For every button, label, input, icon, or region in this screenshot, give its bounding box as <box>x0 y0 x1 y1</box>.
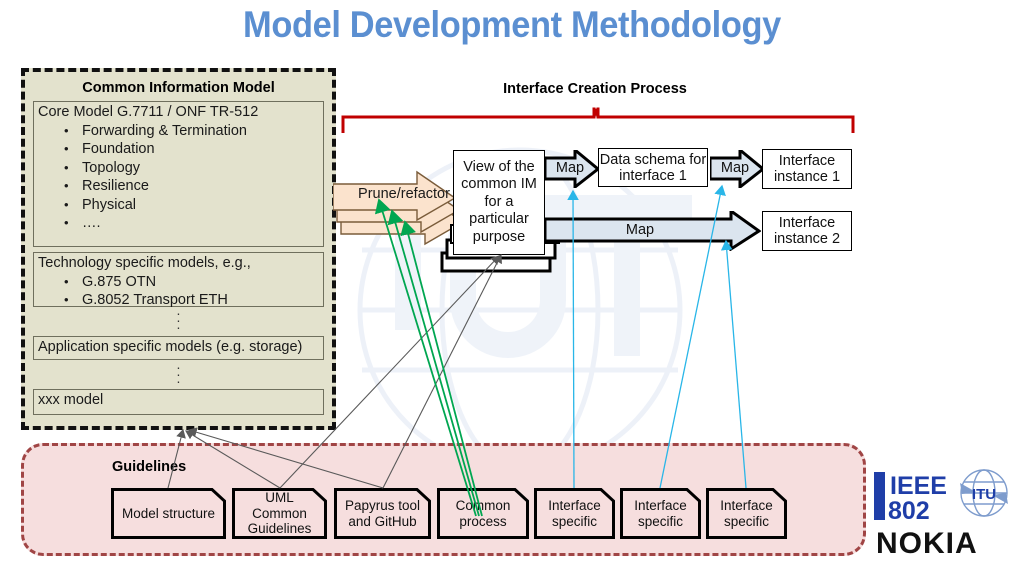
view-of-common-im-box[interactable]: View of the common IM for a particular p… <box>453 150 545 255</box>
cim-core-bullet-list: Forwarding & Termination Foundation Topo… <box>34 122 323 233</box>
prune-refactor-label: Prune/refactor <box>358 186 450 202</box>
map-arrow-3-label: Map <box>625 222 655 238</box>
guideline-note-model-structure[interactable]: Model structure <box>111 488 226 539</box>
cim-tech-bullet-list: G.875 OTN G.8052 Transport ETH <box>34 273 323 310</box>
interface-creation-process-heading: Interface Creation Process <box>503 81 687 97</box>
ieee-logo-text: IEEE <box>890 472 947 500</box>
guideline-note-label: Interface specific <box>548 498 601 529</box>
cim-tech-heading: Technology specific models, e.g., <box>38 255 251 271</box>
nokia-logo: NOKIA <box>876 527 978 560</box>
slide-canvas: Model Development Methodology Common Inf… <box>0 0 1024 576</box>
vertical-ellipsis-1: · · · <box>176 305 181 335</box>
cim-core-heading: Core Model G.7711 / ONF TR-512 <box>38 104 259 120</box>
cim-heading: Common Information Model <box>82 80 275 96</box>
page-title: Model Development Methodology <box>243 4 781 45</box>
cim-xxx-label: xxx model <box>38 392 104 408</box>
list-item: Resilience <box>34 177 323 196</box>
guideline-note-common-process[interactable]: Common process <box>437 488 529 539</box>
cim-application-label: Application specific models (e.g. storag… <box>38 339 303 355</box>
guideline-note-papyrus-tool-and-github[interactable]: Papyrus tool and GitHub <box>334 488 431 539</box>
guideline-note-label: Common process <box>455 498 511 529</box>
guideline-note-label: Model structure <box>121 505 216 521</box>
guideline-note-label: Interface specific <box>720 498 773 529</box>
guideline-note-uml-common-guidelines[interactable]: UML Common Guidelines <box>232 488 327 539</box>
guideline-note-label: UML Common Guidelines <box>247 490 312 537</box>
guideline-note-label: Interface specific <box>634 498 687 529</box>
data-schema-box[interactable]: Data schema for interface 1 <box>598 148 708 187</box>
guideline-note-interface-specific-1[interactable]: Interface specific <box>534 488 615 539</box>
list-item: Physical <box>34 196 323 215</box>
itu-logo-text: ITU <box>972 486 996 503</box>
itu-logo: ITU <box>960 469 1008 517</box>
map-arrow-2-label: Map <box>720 160 750 176</box>
process-scope-bracket <box>341 107 855 133</box>
cim-technology-specific-box[interactable]: Technology specific models, e.g., G.875 … <box>33 252 324 310</box>
guideline-note-interface-specific-2[interactable]: Interface specific <box>620 488 701 539</box>
vertical-ellipsis-2: · · · <box>176 359 181 389</box>
list-item: Topology <box>34 159 323 178</box>
list-item: Forwarding & Termination <box>34 122 323 141</box>
nokia-logo-text: NOKIA <box>876 527 978 560</box>
logo-group: IEEE 802 ITU NOKIA <box>872 468 1020 568</box>
ieee-802-logo: IEEE 802 <box>874 472 947 522</box>
cim-xxx-model-box[interactable]: xxx model <box>33 389 324 415</box>
cim-core-model-box[interactable]: Core Model G.7711 / ONF TR-512 Forwardin… <box>33 101 324 247</box>
interface-instance-1-box[interactable]: Interface instance 1 <box>762 149 852 189</box>
guidelines-heading: Guidelines <box>112 459 187 475</box>
guideline-note-interface-specific-3[interactable]: Interface specific <box>706 488 787 539</box>
list-item: …. <box>34 214 323 233</box>
list-item: Foundation <box>34 140 323 159</box>
list-item: G.875 OTN <box>34 273 323 292</box>
interface-instance-2-box[interactable]: Interface instance 2 <box>762 211 852 251</box>
ieee-802-number: 802 <box>888 497 930 522</box>
guideline-note-label: Papyrus tool and GitHub <box>344 498 421 529</box>
cim-application-specific-box[interactable]: Application specific models (e.g. storag… <box>33 336 324 360</box>
map-arrow-1-label: Map <box>555 160 585 176</box>
